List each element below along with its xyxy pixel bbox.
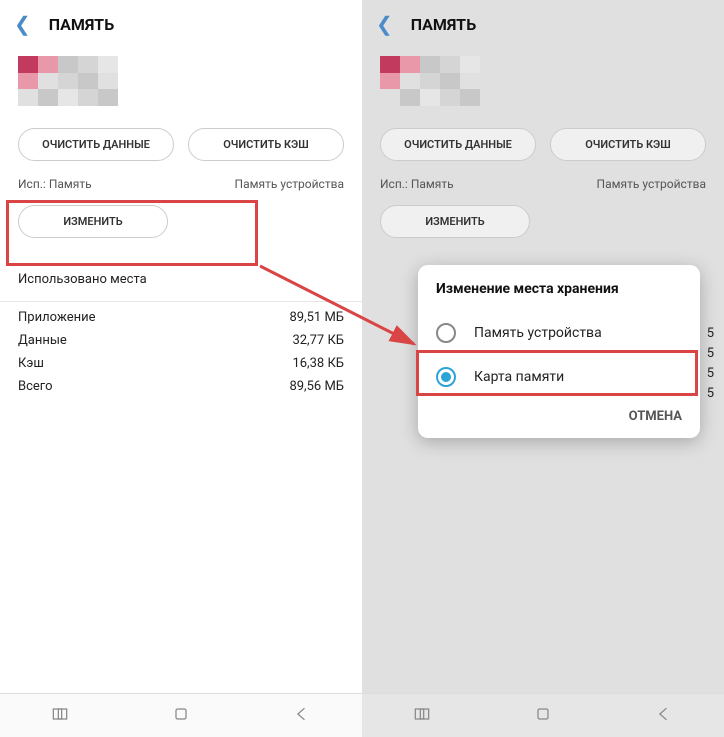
screen-left: ❮ ПАМЯТЬ ОЧИСТИТЬ ДАННЫЕ ОЧИСТИТЬ КЭШ Ис… — [0, 0, 362, 737]
app-icon — [18, 56, 118, 106]
recents-icon[interactable] — [50, 704, 70, 728]
option-label: Карта памяти — [474, 369, 564, 385]
button-row: ОЧИСТИТЬ ДАННЫЕ ОЧИСТИТЬ КЭШ — [362, 112, 724, 173]
used-label: Исп.: Память — [18, 177, 92, 191]
clear-data-button[interactable]: ОЧИСТИТЬ ДАННЫЕ — [18, 128, 174, 161]
clear-data-button[interactable]: ОЧИСТИТЬ ДАННЫЕ — [380, 128, 536, 161]
recents-icon[interactable] — [412, 704, 432, 728]
dialog-option-sdcard[interactable]: Карта памяти — [418, 355, 700, 399]
usage-row: Кэш16,38 КБ — [18, 352, 344, 375]
storage-label: Память устройства — [597, 177, 706, 191]
dialog-option-device[interactable]: Память устройства — [418, 311, 700, 355]
header: ❮ ПАМЯТЬ — [362, 0, 724, 48]
cancel-button[interactable]: ОТМЕНА — [418, 399, 700, 432]
page-title: ПАМЯТЬ — [411, 15, 476, 34]
meta-row: Исп.: Память Память устройства — [0, 173, 362, 201]
section-used-space: Использовано места — [0, 244, 362, 302]
clear-cache-button[interactable]: ОЧИСТИТЬ КЭШ — [188, 128, 344, 161]
usage-row: Всего89,56 МБ — [18, 375, 344, 398]
back-nav-icon[interactable] — [654, 704, 674, 728]
radio-icon — [436, 323, 456, 343]
back-icon[interactable]: ❮ — [14, 12, 31, 36]
navbar — [0, 693, 362, 737]
app-icon — [380, 56, 480, 106]
button-row: ОЧИСТИТЬ ДАННЫЕ ОЧИСТИТЬ КЭШ — [0, 112, 362, 173]
home-icon[interactable] — [533, 704, 553, 728]
partial-value: 5 — [707, 386, 714, 401]
option-label: Память устройства — [474, 325, 602, 341]
header: ❮ ПАМЯТЬ — [0, 0, 362, 48]
radio-selected-icon — [436, 367, 456, 387]
clear-cache-button[interactable]: ОЧИСТИТЬ КЭШ — [550, 128, 706, 161]
usage-row: Приложение89,51 МБ — [18, 306, 344, 329]
change-button[interactable]: ИЗМЕНИТЬ — [380, 205, 530, 238]
storage-label: Память устройства — [235, 177, 344, 191]
partial-value: 5 — [707, 366, 714, 381]
home-icon[interactable] — [171, 704, 191, 728]
back-icon[interactable]: ❮ — [376, 12, 393, 36]
storage-dialog: Изменение места хранения Память устройст… — [418, 265, 700, 438]
usage-row: Данные32,77 КБ — [18, 329, 344, 352]
meta-row: Исп.: Память Память устройства — [362, 173, 724, 201]
back-nav-icon[interactable] — [292, 704, 312, 728]
change-button[interactable]: ИЗМЕНИТЬ — [18, 205, 168, 238]
navbar — [362, 693, 724, 737]
dialog-title: Изменение места хранения — [418, 265, 700, 311]
used-label: Исп.: Память — [380, 177, 454, 191]
partial-value: 5 — [707, 346, 714, 361]
page-title: ПАМЯТЬ — [49, 15, 114, 34]
partial-value: 5 — [707, 326, 714, 341]
usage-list: Приложение89,51 МБ Данные32,77 КБ Кэш16,… — [0, 302, 362, 402]
